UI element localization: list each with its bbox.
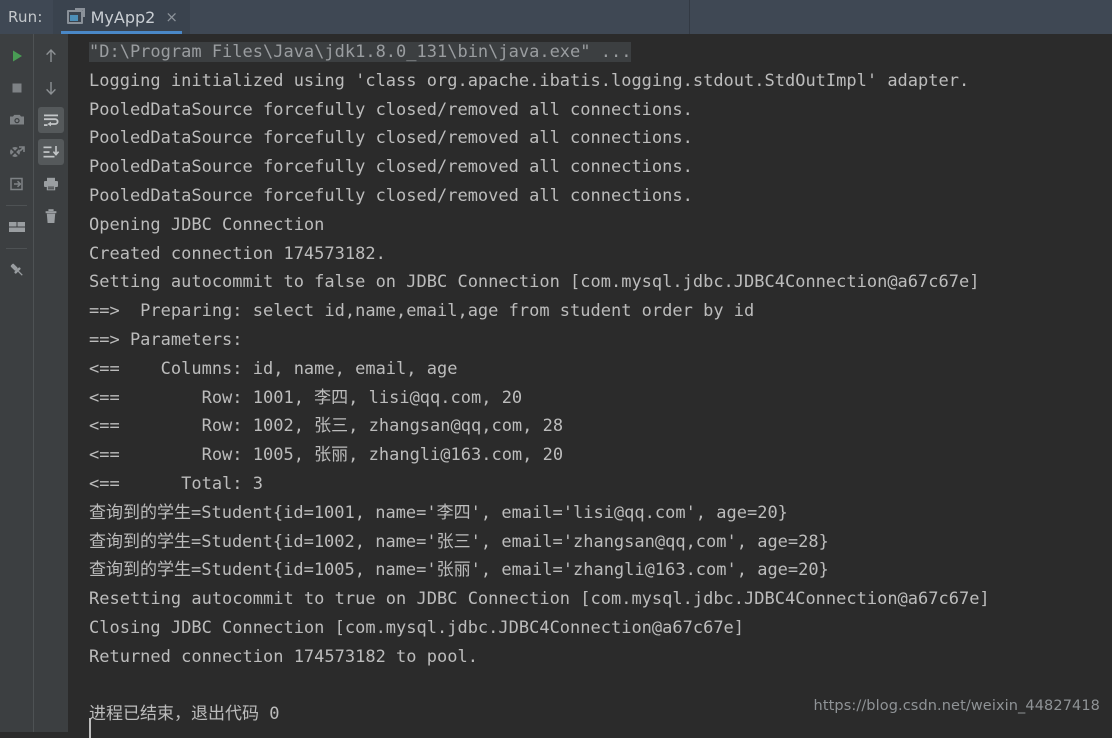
printer-icon	[44, 177, 58, 191]
play-icon	[12, 50, 22, 62]
panel-layout-icon	[8, 222, 25, 232]
console-line: Opening JDBC Connection	[89, 214, 325, 235]
console-command-line: "D:\Program Files\Java\jdk1.8.0_131\bin\…	[68, 38, 990, 67]
console-line: Returned connection 174573182 to pool.	[89, 646, 478, 667]
close-icon[interactable]: ×	[163, 9, 178, 25]
run-label: Run:	[8, 8, 43, 26]
console-line: <== Total: 3	[89, 473, 263, 494]
stop-square-icon	[12, 83, 21, 93]
screenshot-button[interactable]	[4, 107, 30, 133]
breakpoint-mute-icon	[9, 146, 25, 157]
console-caret	[89, 718, 91, 738]
console-line: <== Row: 1002, 张三, zhangsan@qq,com, 28	[89, 416, 564, 437]
console-line: PooledDataSource forcefully closed/remov…	[89, 185, 693, 206]
console-lines: "D:\Program Files\Java\jdk1.8.0_131\bin\…	[68, 34, 990, 729]
clear-all-button[interactable]	[38, 203, 64, 229]
arrow-up-icon	[46, 48, 56, 62]
run-configuration-icon	[66, 8, 85, 24]
arrow-down-icon	[46, 82, 56, 96]
import-arrow-icon	[9, 177, 23, 191]
console-line: ==> Preparing: select id,name,email,age …	[89, 301, 755, 322]
console-output[interactable]: "D:\Program Files\Java\jdk1.8.0_131\bin\…	[68, 34, 1112, 732]
soft-wrap-icon	[44, 114, 59, 127]
tab-title: MyApp2	[90, 7, 156, 27]
console-line: 查询到的学生=Student{id=1002, name='张三', email…	[89, 531, 829, 552]
console-line: PooledDataSource forcefully closed/remov…	[89, 99, 693, 120]
run-tool-window-header: Run: MyApp2 ×	[0, 0, 1112, 34]
stop-button[interactable]	[4, 75, 30, 101]
pin-icon	[10, 263, 23, 276]
console-line: Resetting autocommit to true on JDBC Con…	[89, 589, 990, 610]
header-spacer-left	[190, 0, 690, 34]
header-spacer-right	[690, 0, 1112, 34]
console-line: Created connection 174573182.	[89, 243, 386, 264]
console-line: Setting autocommit to false on JDBC Conn…	[89, 272, 980, 293]
console-line: Closing JDBC Connection [com.mysql.jdbc.…	[89, 617, 745, 638]
print-button[interactable]	[38, 171, 64, 197]
down-the-stack-button[interactable]	[38, 75, 64, 101]
console-command-text: "D:\Program Files\Java\jdk1.8.0_131\bin\…	[89, 42, 632, 62]
console-line: 查询到的学生=Student{id=1001, name='李四', email…	[89, 502, 788, 523]
toolbar-divider	[6, 205, 27, 206]
console-line: <== Columns: id, name, email, age	[89, 358, 458, 379]
rerun-button[interactable]	[4, 43, 30, 69]
toggle-breakpoints-button[interactable]	[4, 139, 30, 165]
console-line: PooledDataSource forcefully closed/remov…	[89, 157, 693, 178]
export-button[interactable]	[4, 171, 30, 197]
console-actions-toolbar	[33, 34, 68, 732]
layout-button[interactable]	[4, 214, 30, 240]
console-line: ==> Parameters:	[89, 329, 243, 350]
pin-tab-button[interactable]	[4, 257, 30, 283]
console-line: PooledDataSource forcefully closed/remov…	[89, 128, 693, 149]
up-the-stack-button[interactable]	[38, 43, 64, 69]
tab-myapp2[interactable]: MyApp2 ×	[52, 0, 190, 34]
soft-wrap-button[interactable]	[38, 107, 64, 133]
run-actions-toolbar	[0, 34, 33, 732]
console-line: <== Row: 1005, 张丽, zhangli@163.com, 20	[89, 445, 564, 466]
toolbar-divider-2	[6, 248, 27, 249]
console-line: 查询到的学生=Student{id=1005, name='张丽', email…	[89, 560, 829, 581]
camera-icon	[9, 114, 24, 125]
trash-icon	[45, 208, 57, 223]
console-line: <== Row: 1001, 李四, lisi@qq.com, 20	[89, 387, 523, 408]
scroll-to-end-button[interactable]	[38, 139, 64, 165]
console-line: Logging initialized using 'class org.apa…	[89, 70, 970, 91]
watermark: https://blog.csdn.net/weixin_44827418	[813, 698, 1100, 714]
scroll-to-end-icon	[43, 146, 60, 158]
